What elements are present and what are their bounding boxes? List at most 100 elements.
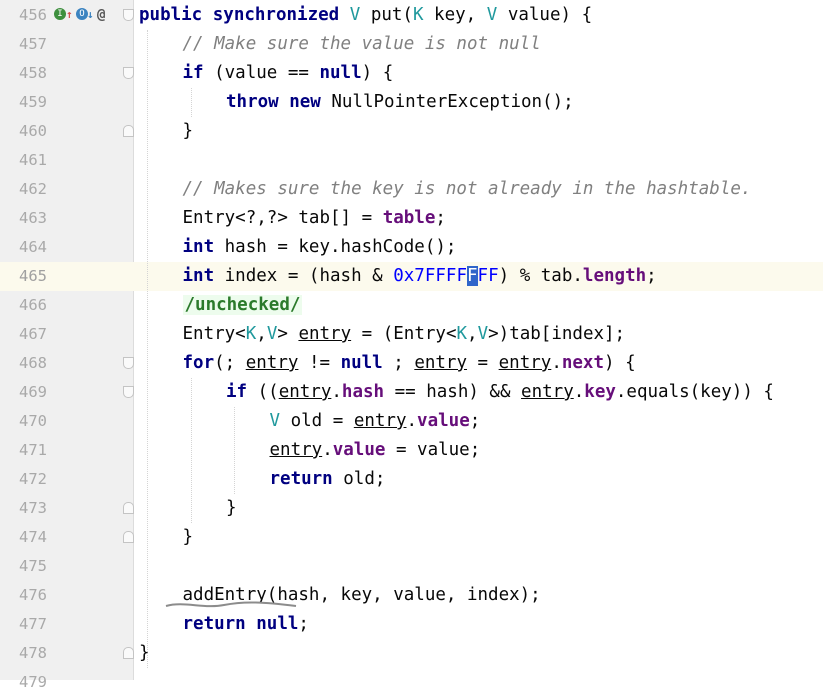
code-text[interactable]: // Makes sure the key is not already in … bbox=[183, 175, 752, 204]
code-token: ; bbox=[382, 353, 415, 373]
code-token: // Makes sure the key is not already in … bbox=[182, 179, 752, 199]
line-number[interactable]: 473 bbox=[0, 494, 47, 523]
code-text[interactable]: V old = entry.value; bbox=[270, 407, 481, 436]
code-text[interactable]: } bbox=[183, 117, 194, 146]
implementing-method-icon[interactable]: I bbox=[54, 8, 66, 20]
fold-toggle-icon[interactable] bbox=[123, 531, 134, 543]
line-number[interactable]: 471 bbox=[0, 436, 47, 465]
fold-toggle-icon[interactable] bbox=[123, 67, 134, 79]
code-token: ) { bbox=[604, 353, 636, 373]
code-text[interactable]: if (value == null) { bbox=[183, 59, 394, 88]
line-number[interactable]: 469 bbox=[0, 378, 47, 407]
line-number[interactable]: 468 bbox=[0, 349, 47, 378]
code-text[interactable]: int hash = key.hashCode(); bbox=[183, 233, 457, 262]
code-line[interactable]: 467 Entry<K,V> entry = (Entry<K,V>)tab[in… bbox=[0, 320, 823, 349]
code-line[interactable]: 471 entry.value = value; bbox=[0, 436, 823, 465]
code-line[interactable]: 457 // Make sure the value is not null bbox=[0, 30, 823, 59]
code-token: public synchronized bbox=[139, 5, 340, 25]
line-number[interactable]: 476 bbox=[0, 581, 47, 610]
code-text[interactable]: public synchronized V put(K key, V value… bbox=[139, 1, 592, 30]
code-line[interactable]: 469 if ((entry.hash == hash) && entry.key… bbox=[0, 378, 823, 407]
line-number[interactable]: 458 bbox=[0, 59, 47, 88]
code-token: (value == bbox=[203, 63, 320, 83]
code-token: throw new bbox=[226, 92, 321, 112]
code-line[interactable]: 466/unchecked/ bbox=[0, 291, 823, 320]
fold-toggle-icon[interactable] bbox=[123, 9, 134, 21]
code-token: value bbox=[417, 411, 470, 431]
code-token: if bbox=[226, 382, 248, 402]
line-number[interactable]: 463 bbox=[0, 204, 47, 233]
code-token: index = (hash & bbox=[214, 266, 394, 286]
line-number[interactable]: 457 bbox=[0, 30, 47, 59]
code-text[interactable]: entry.value = value; bbox=[270, 436, 481, 465]
code-token: entry bbox=[269, 440, 323, 460]
code-token: null bbox=[319, 63, 362, 83]
code-text[interactable]: } bbox=[183, 523, 194, 552]
code-line[interactable]: 476 addEntry(hash, key, value, index); bbox=[0, 581, 823, 610]
code-line[interactable]: 463 Entry<?,?> tab[] = table; bbox=[0, 204, 823, 233]
line-number[interactable]: 475 bbox=[0, 552, 47, 581]
code-token: ; bbox=[298, 614, 309, 634]
code-line[interactable]: 473} bbox=[0, 494, 823, 523]
line-number[interactable]: 472 bbox=[0, 465, 47, 494]
code-line[interactable]: 465 int index = (hash & 0x7FFFFFFF) % tab… bbox=[0, 262, 823, 291]
code-line[interactable]: 461 bbox=[0, 146, 823, 175]
line-number[interactable]: 470 bbox=[0, 407, 47, 436]
code-token: length bbox=[582, 266, 647, 286]
code-line[interactable]: 472 return old; bbox=[0, 465, 823, 494]
code-line[interactable]: 477 return null; bbox=[0, 610, 823, 639]
code-text[interactable]: if ((entry.hash == hash) && entry.key.eq… bbox=[226, 378, 774, 407]
line-number[interactable]: 464 bbox=[0, 233, 47, 262]
line-number[interactable]: 459 bbox=[0, 88, 47, 117]
line-number[interactable]: 477 bbox=[0, 610, 47, 639]
line-number[interactable]: 474 bbox=[0, 523, 47, 552]
code-text[interactable]: throw new NullPointerException(); bbox=[226, 88, 574, 117]
code-text[interactable]: return null; bbox=[183, 610, 309, 639]
code-text[interactable]: Entry<K,V> entry = (Entry<K,V>)tab[index… bbox=[183, 320, 626, 349]
code-token: K bbox=[412, 5, 424, 25]
code-text[interactable]: int index = (hash & 0x7FFFFFFF) % tab.le… bbox=[183, 262, 657, 291]
line-number[interactable]: 479 bbox=[0, 668, 47, 697]
code-text[interactable]: // Make sure the value is not null bbox=[183, 30, 541, 59]
code-line[interactable]: 478} bbox=[0, 639, 823, 668]
code-line[interactable]: 479 bbox=[0, 668, 823, 697]
code-line[interactable]: 470 V old = entry.value; bbox=[0, 407, 823, 436]
code-line[interactable]: 456 public synchronized V put(K key, V va… bbox=[0, 1, 823, 30]
code-token: ) { bbox=[361, 63, 394, 83]
line-number[interactable]: 461 bbox=[0, 146, 47, 175]
line-number[interactable]: 462 bbox=[0, 175, 47, 204]
code-token: V bbox=[269, 411, 281, 431]
code-token: entry bbox=[278, 382, 332, 402]
code-token: FF bbox=[477, 266, 499, 286]
code-text[interactable]: Entry<?,?> tab[] = table; bbox=[183, 204, 446, 233]
code-line[interactable]: 459 throw new NullPointerException(); bbox=[0, 88, 823, 117]
fold-toggle-icon[interactable] bbox=[123, 502, 134, 514]
overrides-up-arrow-icon[interactable]: ↑ bbox=[66, 8, 73, 22]
code-text[interactable]: return old; bbox=[270, 465, 386, 494]
line-number[interactable]: 467 bbox=[0, 320, 47, 349]
line-number[interactable]: 478 bbox=[0, 639, 47, 668]
code-line[interactable]: 460} bbox=[0, 117, 823, 146]
line-number[interactable]: 460 bbox=[0, 117, 47, 146]
fold-toggle-icon[interactable] bbox=[123, 125, 134, 137]
code-line[interactable]: 468 for(; entry != null ; entry = entry.n… bbox=[0, 349, 823, 378]
code-text[interactable]: /unchecked/ bbox=[182, 291, 303, 320]
code-line[interactable]: 475 bbox=[0, 552, 823, 581]
line-number[interactable]: 466 bbox=[0, 291, 47, 320]
code-text[interactable]: for(; entry != null ; entry = entry.next… bbox=[183, 349, 636, 378]
code-line[interactable]: 474} bbox=[0, 523, 823, 552]
code-token: = bbox=[467, 353, 499, 373]
fold-toggle-icon[interactable] bbox=[123, 386, 134, 398]
code-line[interactable]: 464 int hash = key.hashCode(); bbox=[0, 233, 823, 262]
code-text[interactable]: } bbox=[226, 494, 237, 523]
annotation-at-icon[interactable]: @ bbox=[97, 8, 105, 22]
code-token: key, bbox=[423, 5, 487, 25]
fold-toggle-icon[interactable] bbox=[123, 357, 134, 369]
code-line[interactable]: 458 if (value == null) { bbox=[0, 59, 823, 88]
line-number[interactable]: 465 bbox=[0, 262, 47, 291]
overridden-down-arrow-icon[interactable]: ↓ bbox=[87, 8, 94, 22]
code-token: value bbox=[332, 440, 386, 460]
code-line[interactable]: 462 // Makes sure the key is not already … bbox=[0, 175, 823, 204]
line-number[interactable]: 456 bbox=[0, 1, 47, 30]
fold-toggle-icon[interactable] bbox=[123, 647, 134, 659]
